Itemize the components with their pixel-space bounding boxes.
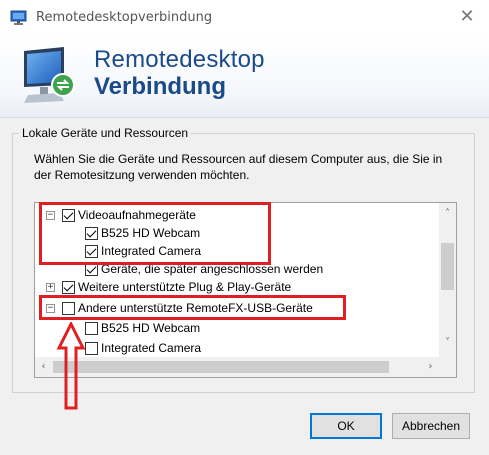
title-bar: Remotedesktopverbindung ✕ xyxy=(0,0,489,36)
horizontal-scroll-thumb[interactable] xyxy=(53,361,389,373)
highlight-box-video-devices xyxy=(39,202,271,265)
checkbox[interactable] xyxy=(85,322,98,335)
tree-item-remotefx-integrated-camera[interactable]: Integrated Camera xyxy=(35,339,439,357)
vertical-scroll-thumb[interactable] xyxy=(441,243,454,290)
checkbox[interactable] xyxy=(62,281,75,294)
scroll-down-icon[interactable]: ˅ xyxy=(439,334,456,351)
close-icon: ✕ xyxy=(459,6,475,27)
vertical-scrollbar[interactable]: ˄ ˅ xyxy=(439,203,456,357)
scrollbar-corner xyxy=(439,357,456,377)
red-arrow-icon xyxy=(56,322,86,410)
monitor-remote-icon xyxy=(24,47,75,103)
expand-icon[interactable]: + xyxy=(46,283,55,292)
highlight-box-remotefx xyxy=(39,295,346,320)
scroll-left-icon[interactable]: ‹ xyxy=(35,357,52,377)
checkbox[interactable] xyxy=(85,342,98,355)
ok-button[interactable]: OK xyxy=(310,413,382,439)
scroll-up-icon[interactable]: ˄ xyxy=(439,205,456,222)
banner-title-line1: Remotedesktop xyxy=(94,46,265,73)
banner-divider xyxy=(0,117,489,118)
groupbox-description: Wählen Sie die Geräte und Ressourcen auf… xyxy=(34,152,443,182)
cancel-button[interactable]: Abbrechen xyxy=(392,413,470,439)
horizontal-scrollbar[interactable]: ‹ › xyxy=(35,357,456,377)
scroll-right-icon[interactable]: › xyxy=(422,357,439,377)
tree-item-label: Integrated Camera xyxy=(101,341,202,355)
groupbox-label: Lokale Geräte und Ressourcen xyxy=(19,126,192,140)
window-title: Remotedesktopverbindung xyxy=(36,10,213,25)
tree-item-remotefx-b525-webcam[interactable]: B525 HD Webcam xyxy=(35,319,439,337)
banner-title-line2: Verbindung xyxy=(94,73,226,100)
tree-item-label: B525 HD Webcam xyxy=(101,321,201,335)
remote-desktop-icon xyxy=(10,10,27,25)
close-button[interactable]: ✕ xyxy=(445,0,489,36)
tree-item-label: Weitere unterstützte Plug & Play-Geräte xyxy=(78,280,292,294)
tree-item-plug-and-play[interactable]: + Weitere unterstützte Plug & Play-Gerät… xyxy=(35,278,439,296)
